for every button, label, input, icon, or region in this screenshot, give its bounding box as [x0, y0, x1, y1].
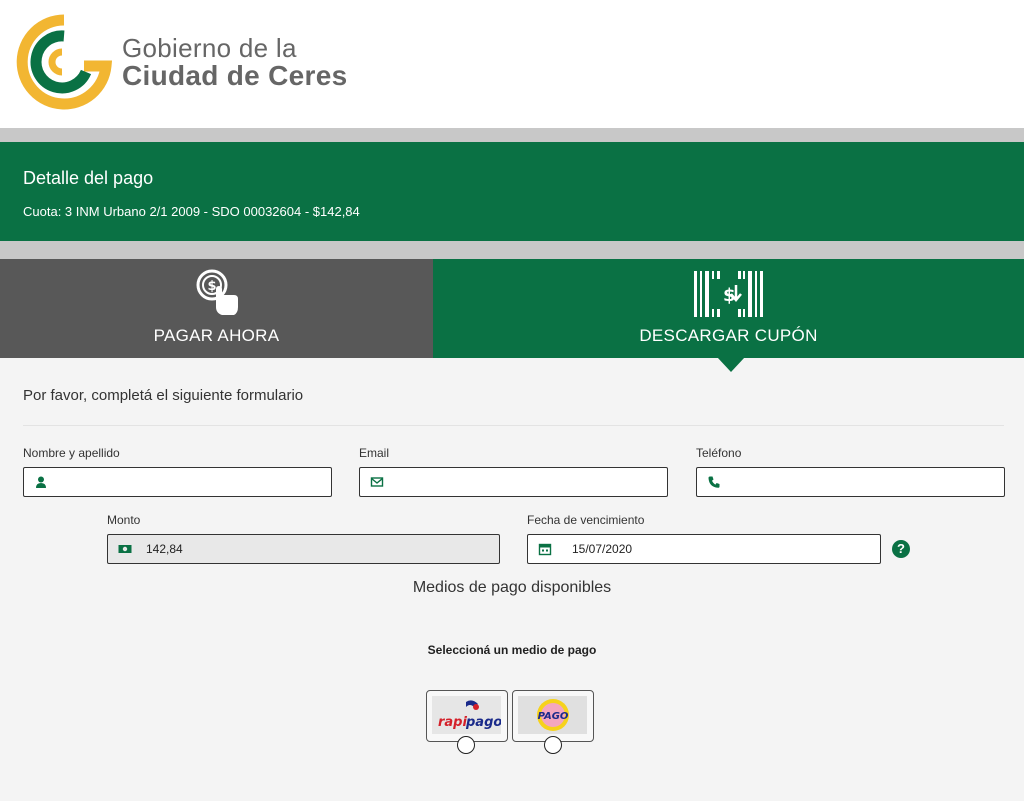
envelope-icon	[370, 477, 384, 487]
pagofacil-logo: PAGO	[518, 696, 587, 734]
svg-text:$: $	[207, 279, 216, 294]
detail-subtitle: Cuota: 3 INM Urbano 2/1 2009 - SDO 00032…	[23, 204, 360, 219]
help-icon[interactable]: ?	[892, 540, 910, 558]
name-label: Nombre y apellido	[23, 446, 120, 460]
amount-field: 142,84	[107, 534, 500, 564]
payment-methods-title: Medios de pago disponibles	[412, 579, 612, 596]
email-field[interactable]	[359, 467, 668, 497]
detail-title: Detalle del pago	[23, 168, 154, 188]
tab-label: DESCARGAR CUPÓN	[639, 326, 818, 345]
rapipago-logo: rapi pago	[432, 696, 501, 734]
site-header: Gobierno de la Ciudad de Ceres	[0, 0, 1024, 128]
due-date-value: 15/07/2020	[572, 542, 633, 556]
email-label: Email	[359, 446, 390, 460]
tab-pagar-ahora[interactable]: $ PAGAR AHORA	[0, 259, 433, 358]
ceres-logo-icon	[16, 14, 112, 110]
payment-methods-subtitle: Seleccioná un medio de pago	[427, 643, 597, 657]
touch-pay-icon: $	[196, 269, 238, 315]
barcode-download-icon: $	[693, 271, 763, 317]
payment-option-pagofacil[interactable]: PAGO	[512, 690, 594, 742]
form-intro: Por favor, completá el siguiente formula…	[23, 387, 304, 404]
tab-label: PAGAR AHORA	[153, 326, 280, 345]
user-icon	[36, 476, 46, 488]
due-date-field[interactable]: 15/07/2020	[527, 534, 881, 564]
due-date-label: Fecha de vencimiento	[527, 513, 645, 527]
svg-text:pago: pago	[465, 715, 501, 730]
separator-band	[0, 241, 1024, 259]
amount-value: 142,84	[146, 542, 183, 556]
divider	[23, 425, 1004, 426]
amount-label: Monto	[107, 513, 141, 527]
tab-descargar-cupon[interactable]: $ DESCARGAR CUPÓN	[433, 259, 1024, 358]
phone-field[interactable]	[696, 467, 1005, 497]
logo-line1: Gobierno de la	[122, 33, 297, 63]
calendar-icon	[538, 543, 552, 556]
name-field[interactable]	[23, 467, 332, 497]
svg-text:PAGO: PAGO	[538, 711, 569, 722]
logo-text: Gobierno de la Ciudad de Ceres	[122, 34, 347, 90]
radio-rapipago[interactable]	[457, 736, 475, 754]
phone-label: Teléfono	[696, 446, 742, 460]
money-icon	[118, 545, 132, 553]
phone-icon	[708, 476, 720, 488]
payment-option-rapipago[interactable]: rapi pago	[426, 690, 508, 742]
radio-pagofacil[interactable]	[544, 736, 562, 754]
logo-line2: Ciudad de Ceres	[122, 60, 348, 91]
svg-text:rapi: rapi	[438, 715, 467, 730]
separator-band	[0, 128, 1024, 142]
active-tab-indicator	[717, 357, 745, 372]
payment-detail-banner: Detalle del pago Cuota: 3 INM Urbano 2/1…	[0, 142, 1024, 241]
